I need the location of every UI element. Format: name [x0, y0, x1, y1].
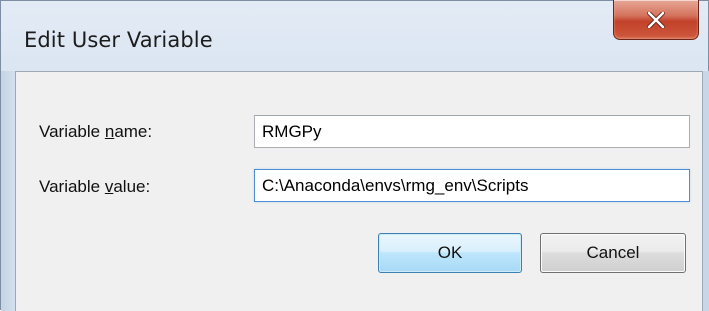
close-icon: [647, 11, 665, 28]
variable-name-label: Variable name:: [39, 122, 152, 142]
variable-name-field[interactable]: [254, 115, 690, 148]
dialog-title: Edit User Variable: [24, 28, 213, 52]
variable-value-label-part: Variable: [39, 177, 105, 196]
variable-name-label-part: ame:: [114, 122, 153, 141]
variable-value-label-part: alue:: [113, 177, 151, 196]
variable-value-field[interactable]: [254, 169, 690, 202]
variable-name-label-accelerator: n: [104, 122, 115, 141]
close-button[interactable]: [613, 0, 699, 40]
title-bar[interactable]: Edit User Variable: [1, 0, 708, 71]
ok-button[interactable]: OK: [378, 233, 522, 273]
variable-name-label-part: Variable: [39, 122, 105, 141]
edit-user-variable-dialog: Edit User Variable Variable name: Variab…: [0, 0, 709, 311]
dialog-client-area: Variable name: Variable value: OK Cancel: [15, 71, 703, 311]
cancel-button[interactable]: Cancel: [540, 233, 686, 273]
variable-value-label: Variable value:: [39, 177, 150, 197]
window-frame-left: [1, 71, 15, 311]
window-frame-right: [703, 71, 709, 311]
